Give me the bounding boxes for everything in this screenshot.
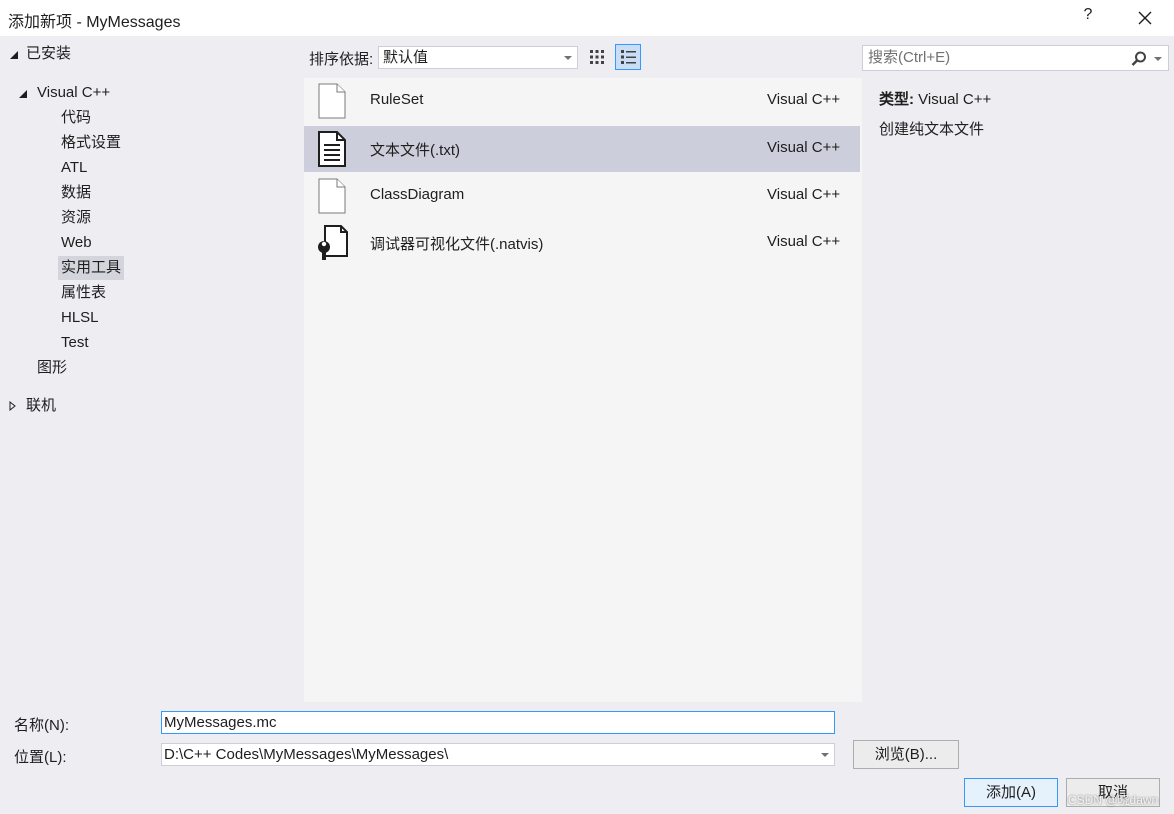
details-pane: 类型: Visual C++ 创建纯文本文件 bbox=[879, 88, 991, 138]
collapsed-triangle-icon[interactable] bbox=[8, 401, 18, 411]
type-value: Visual C++ bbox=[918, 91, 992, 108]
blank-file-icon bbox=[318, 178, 346, 214]
debugger-file-icon bbox=[318, 225, 348, 260]
location-value: D:\C++ Codes\MyMessages\MyMessages\ bbox=[164, 746, 449, 763]
expanded-triangle-icon[interactable] bbox=[18, 89, 28, 99]
add-button[interactable]: 添加(A) bbox=[964, 778, 1058, 807]
tree-node-test[interactable]: Test bbox=[61, 331, 89, 355]
item-language: Visual C++ bbox=[767, 233, 841, 250]
location-field[interactable]: D:\C++ Codes\MyMessages\MyMessages\ bbox=[161, 743, 835, 766]
tree-node-formatting[interactable]: 格式设置 bbox=[61, 131, 121, 155]
item-name: 文本文件(.txt) bbox=[370, 142, 460, 159]
item-name: 调试器可视化文件(.natvis) bbox=[370, 236, 544, 253]
search-placeholder: 搜索(Ctrl+E) bbox=[868, 49, 951, 66]
list-view-icon bbox=[621, 50, 636, 64]
location-label: 位置(L): bbox=[14, 749, 67, 766]
sort-value: 默认值 bbox=[383, 49, 429, 66]
tree-node-atl[interactable]: ATL bbox=[61, 156, 87, 180]
tree-node-code[interactable]: 代码 bbox=[61, 106, 91, 130]
item-language: Visual C++ bbox=[767, 91, 841, 108]
tree-node-installed[interactable]: 已安装 bbox=[26, 42, 71, 66]
name-field[interactable]: MyMessages.mc bbox=[161, 711, 835, 734]
list-item[interactable]: 文本文件(.txt) Visual C++ bbox=[304, 126, 860, 172]
list-item[interactable]: 调试器可视化文件(.natvis) Visual C++ bbox=[304, 220, 860, 266]
browse-button[interactable]: 浏览(B)... bbox=[853, 740, 959, 769]
tree-node-web[interactable]: Web bbox=[61, 231, 92, 255]
name-label: 名称(N): bbox=[14, 717, 69, 734]
list-item[interactable]: RuleSet Visual C++ bbox=[304, 78, 860, 124]
tree-node-hlsl[interactable]: HLSL bbox=[61, 306, 99, 330]
item-description: 创建纯文本文件 bbox=[879, 121, 985, 138]
template-list: RuleSet Visual C++ 文本文件(.txt) Visual C++… bbox=[304, 78, 862, 702]
search-input[interactable]: 搜索(Ctrl+E) bbox=[862, 45, 1169, 71]
tree-node-property-sheets[interactable]: 属性表 bbox=[61, 281, 106, 305]
chevron-down-icon[interactable] bbox=[821, 753, 829, 757]
tree-node-resources[interactable]: 资源 bbox=[61, 206, 91, 230]
tree-node-online[interactable]: 联机 bbox=[26, 394, 56, 418]
close-icon[interactable] bbox=[1136, 9, 1154, 27]
list-item[interactable]: ClassDiagram Visual C++ bbox=[304, 173, 860, 219]
type-row: 类型: Visual C++ bbox=[879, 88, 991, 109]
sort-dropdown[interactable]: 默认值 bbox=[378, 46, 578, 69]
item-name: RuleSet bbox=[370, 91, 424, 108]
grid-view-icon[interactable] bbox=[584, 44, 610, 70]
window-title: 添加新项 - MyMessages bbox=[8, 14, 181, 31]
category-tree: 已安装 Visual C++ 代码 格式设置 ATL 数据 资源 Web 实用工… bbox=[0, 36, 304, 702]
name-value: MyMessages.mc bbox=[164, 714, 277, 731]
item-name: ClassDiagram bbox=[370, 186, 465, 203]
text-file-icon bbox=[318, 131, 346, 167]
tree-node-utility[interactable]: 实用工具 bbox=[58, 256, 125, 280]
list-view-button[interactable] bbox=[615, 44, 641, 70]
chevron-down-icon bbox=[564, 56, 572, 60]
item-language: Visual C++ bbox=[767, 139, 841, 156]
tree-node-graphics[interactable]: 图形 bbox=[37, 356, 67, 380]
item-language: Visual C++ bbox=[767, 186, 841, 203]
search-icon[interactable] bbox=[1130, 50, 1148, 68]
tree-node-visual-cpp[interactable]: Visual C++ bbox=[37, 81, 110, 105]
expanded-triangle-icon[interactable] bbox=[9, 50, 19, 60]
blank-file-icon bbox=[318, 83, 346, 119]
watermark: CSDN @晓dawn bbox=[1068, 793, 1159, 807]
type-label: 类型: bbox=[879, 91, 914, 108]
title-bar: 添加新项 - MyMessages ? bbox=[0, 0, 1174, 36]
tree-node-data[interactable]: 数据 bbox=[61, 181, 91, 205]
sort-label: 排序依据: bbox=[309, 51, 374, 68]
chevron-down-icon[interactable] bbox=[1154, 57, 1162, 61]
help-button[interactable]: ? bbox=[1081, 6, 1095, 24]
